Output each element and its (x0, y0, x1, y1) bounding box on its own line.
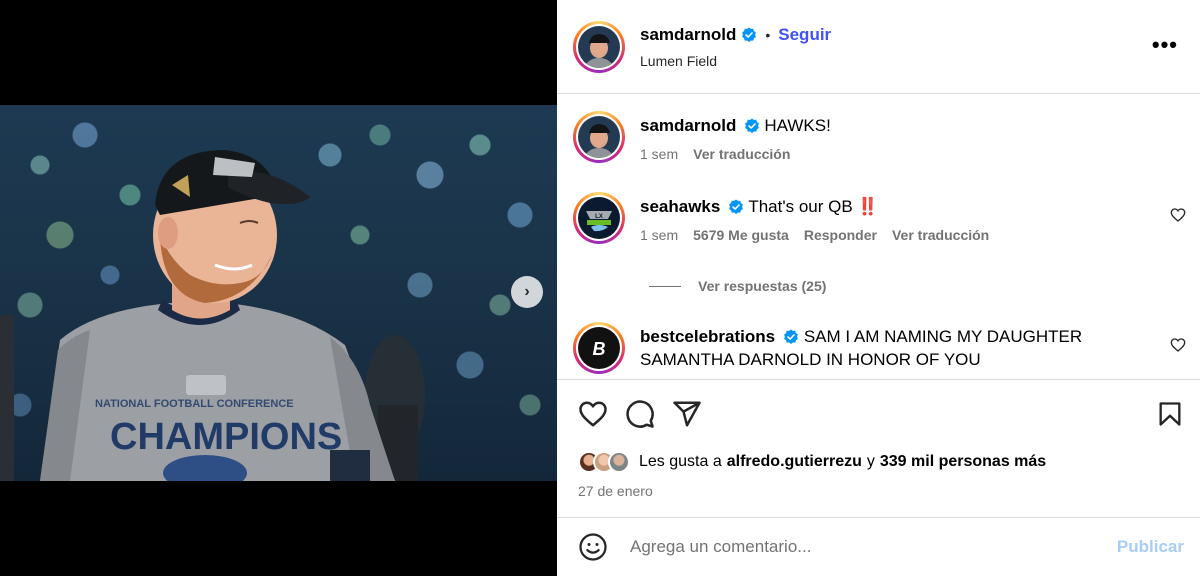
comment-avatar[interactable]: B (573, 322, 625, 374)
more-options-icon[interactable]: ••• (1152, 34, 1178, 56)
comments-list: samdarnold HAWKS! 1 sem Ver traducción L… (557, 95, 1200, 379)
likes-prefix: Les gusta a (639, 453, 722, 470)
verified-badge-icon (742, 27, 757, 42)
media-area: NATIONAL FOOTBALL CONFERENCE CHAMPIONS › (0, 0, 557, 576)
like-heart-icon[interactable] (578, 399, 608, 429)
avatar[interactable] (573, 20, 625, 73)
post-date[interactable]: 27 de enero (578, 483, 653, 499)
likes-summary: Les gusta a alfredo.gutierrezu y 339 mil… (578, 451, 1046, 473)
comment-text: SAM I AM NAMING MY DAUGHTER (803, 327, 1083, 346)
add-comment-bar: Publicar (557, 517, 1200, 576)
comment-item: LX seahawks That's our QB ‼️ 1 sem 5679 … (573, 192, 989, 244)
comment-text-continued: SAMANTHA DARNOLD IN HONOR OF YOU (640, 350, 981, 369)
verified-badge-icon (745, 118, 760, 133)
comment-avatar[interactable] (573, 111, 625, 163)
comment-avatar[interactable]: LX (573, 192, 625, 244)
header-user-row: samdarnold • Seguir (640, 25, 831, 45)
comment-meta: 1 sem 5679 Me gusta Responder Ver traduc… (640, 227, 989, 243)
caption-comment: samdarnold HAWKS! 1 sem Ver traducción (573, 111, 831, 163)
liker-avatars[interactable] (578, 451, 630, 473)
replies-divider (649, 285, 681, 287)
comment-text: That's our QB ‼️ (748, 197, 879, 216)
svg-text:NATIONAL FOOTBALL CONFERENCE: NATIONAL FOOTBALL CONFERENCE (95, 398, 294, 410)
share-icon[interactable] (672, 399, 702, 429)
post-actions: Les gusta a alfredo.gutierrezu y 339 mil… (557, 379, 1200, 517)
comment-likes[interactable]: 5679 Me gusta (693, 227, 789, 243)
avatar-image (578, 25, 620, 68)
svg-text:B: B (593, 339, 606, 359)
comment-username[interactable]: seahawks (640, 195, 720, 218)
post-header: samdarnold • Seguir Lumen Field ••• (557, 0, 1200, 94)
follow-button[interactable]: Seguir (778, 25, 831, 45)
verified-badge-icon (729, 199, 744, 214)
comment-avatar-image (578, 116, 620, 158)
comment-username[interactable]: bestcelebrations (640, 325, 775, 348)
view-replies-button[interactable]: Ver respuestas (25) (649, 278, 826, 294)
emoji-icon[interactable] (578, 532, 608, 562)
save-bookmark-icon[interactable] (1156, 399, 1184, 429)
like-comment-icon[interactable] (1170, 207, 1186, 223)
publish-button[interactable]: Publicar (1117, 537, 1184, 557)
photo-subject: NATIONAL FOOTBALL CONFERENCE CHAMPIONS (0, 150, 425, 481)
likes-connector: y (866, 453, 875, 470)
likes-user[interactable]: alfredo.gutierrezu (727, 453, 862, 471)
comment-input[interactable] (630, 537, 1090, 557)
seahawks-logo-icon: LX (578, 197, 620, 239)
like-comment-icon[interactable] (1170, 337, 1186, 353)
post-photo[interactable]: NATIONAL FOOTBALL CONFERENCE CHAMPIONS (0, 105, 557, 481)
comment-text: HAWKS! (764, 116, 831, 135)
next-media-button[interactable]: › (511, 276, 543, 308)
bestcelebrations-logo-icon: B (578, 327, 620, 369)
action-icons (578, 399, 702, 429)
comment-time[interactable]: 1 sem (640, 146, 678, 162)
post-panel: samdarnold • Seguir Lumen Field ••• samd… (557, 0, 1200, 576)
location-link[interactable]: Lumen Field (640, 53, 831, 69)
comment-meta: 1 sem Ver traducción (640, 146, 831, 162)
comment-time[interactable]: 1 sem (640, 227, 678, 243)
translate-button[interactable]: Ver traducción (693, 146, 790, 162)
header-username[interactable]: samdarnold (640, 25, 736, 45)
svg-text:LX: LX (595, 214, 603, 220)
verified-badge-icon (784, 329, 799, 344)
header-separator: • (765, 26, 771, 43)
view-replies-label: Ver respuestas (25) (698, 278, 827, 294)
comment-icon[interactable] (625, 399, 655, 429)
translate-button[interactable]: Ver traducción (892, 227, 989, 243)
header-text: samdarnold • Seguir Lumen Field (640, 25, 831, 69)
liker-avatar (608, 451, 630, 473)
comment-username[interactable]: samdarnold (640, 114, 736, 137)
svg-text:CHAMPIONS: CHAMPIONS (110, 416, 342, 458)
reply-button[interactable]: Responder (804, 227, 877, 243)
post-modal: NATIONAL FOOTBALL CONFERENCE CHAMPIONS › (0, 0, 1200, 576)
likes-others[interactable]: 339 mil personas más (880, 453, 1046, 471)
comment-item: B bestcelebrations SAM I AM NAMING MY DA… (573, 322, 1082, 374)
